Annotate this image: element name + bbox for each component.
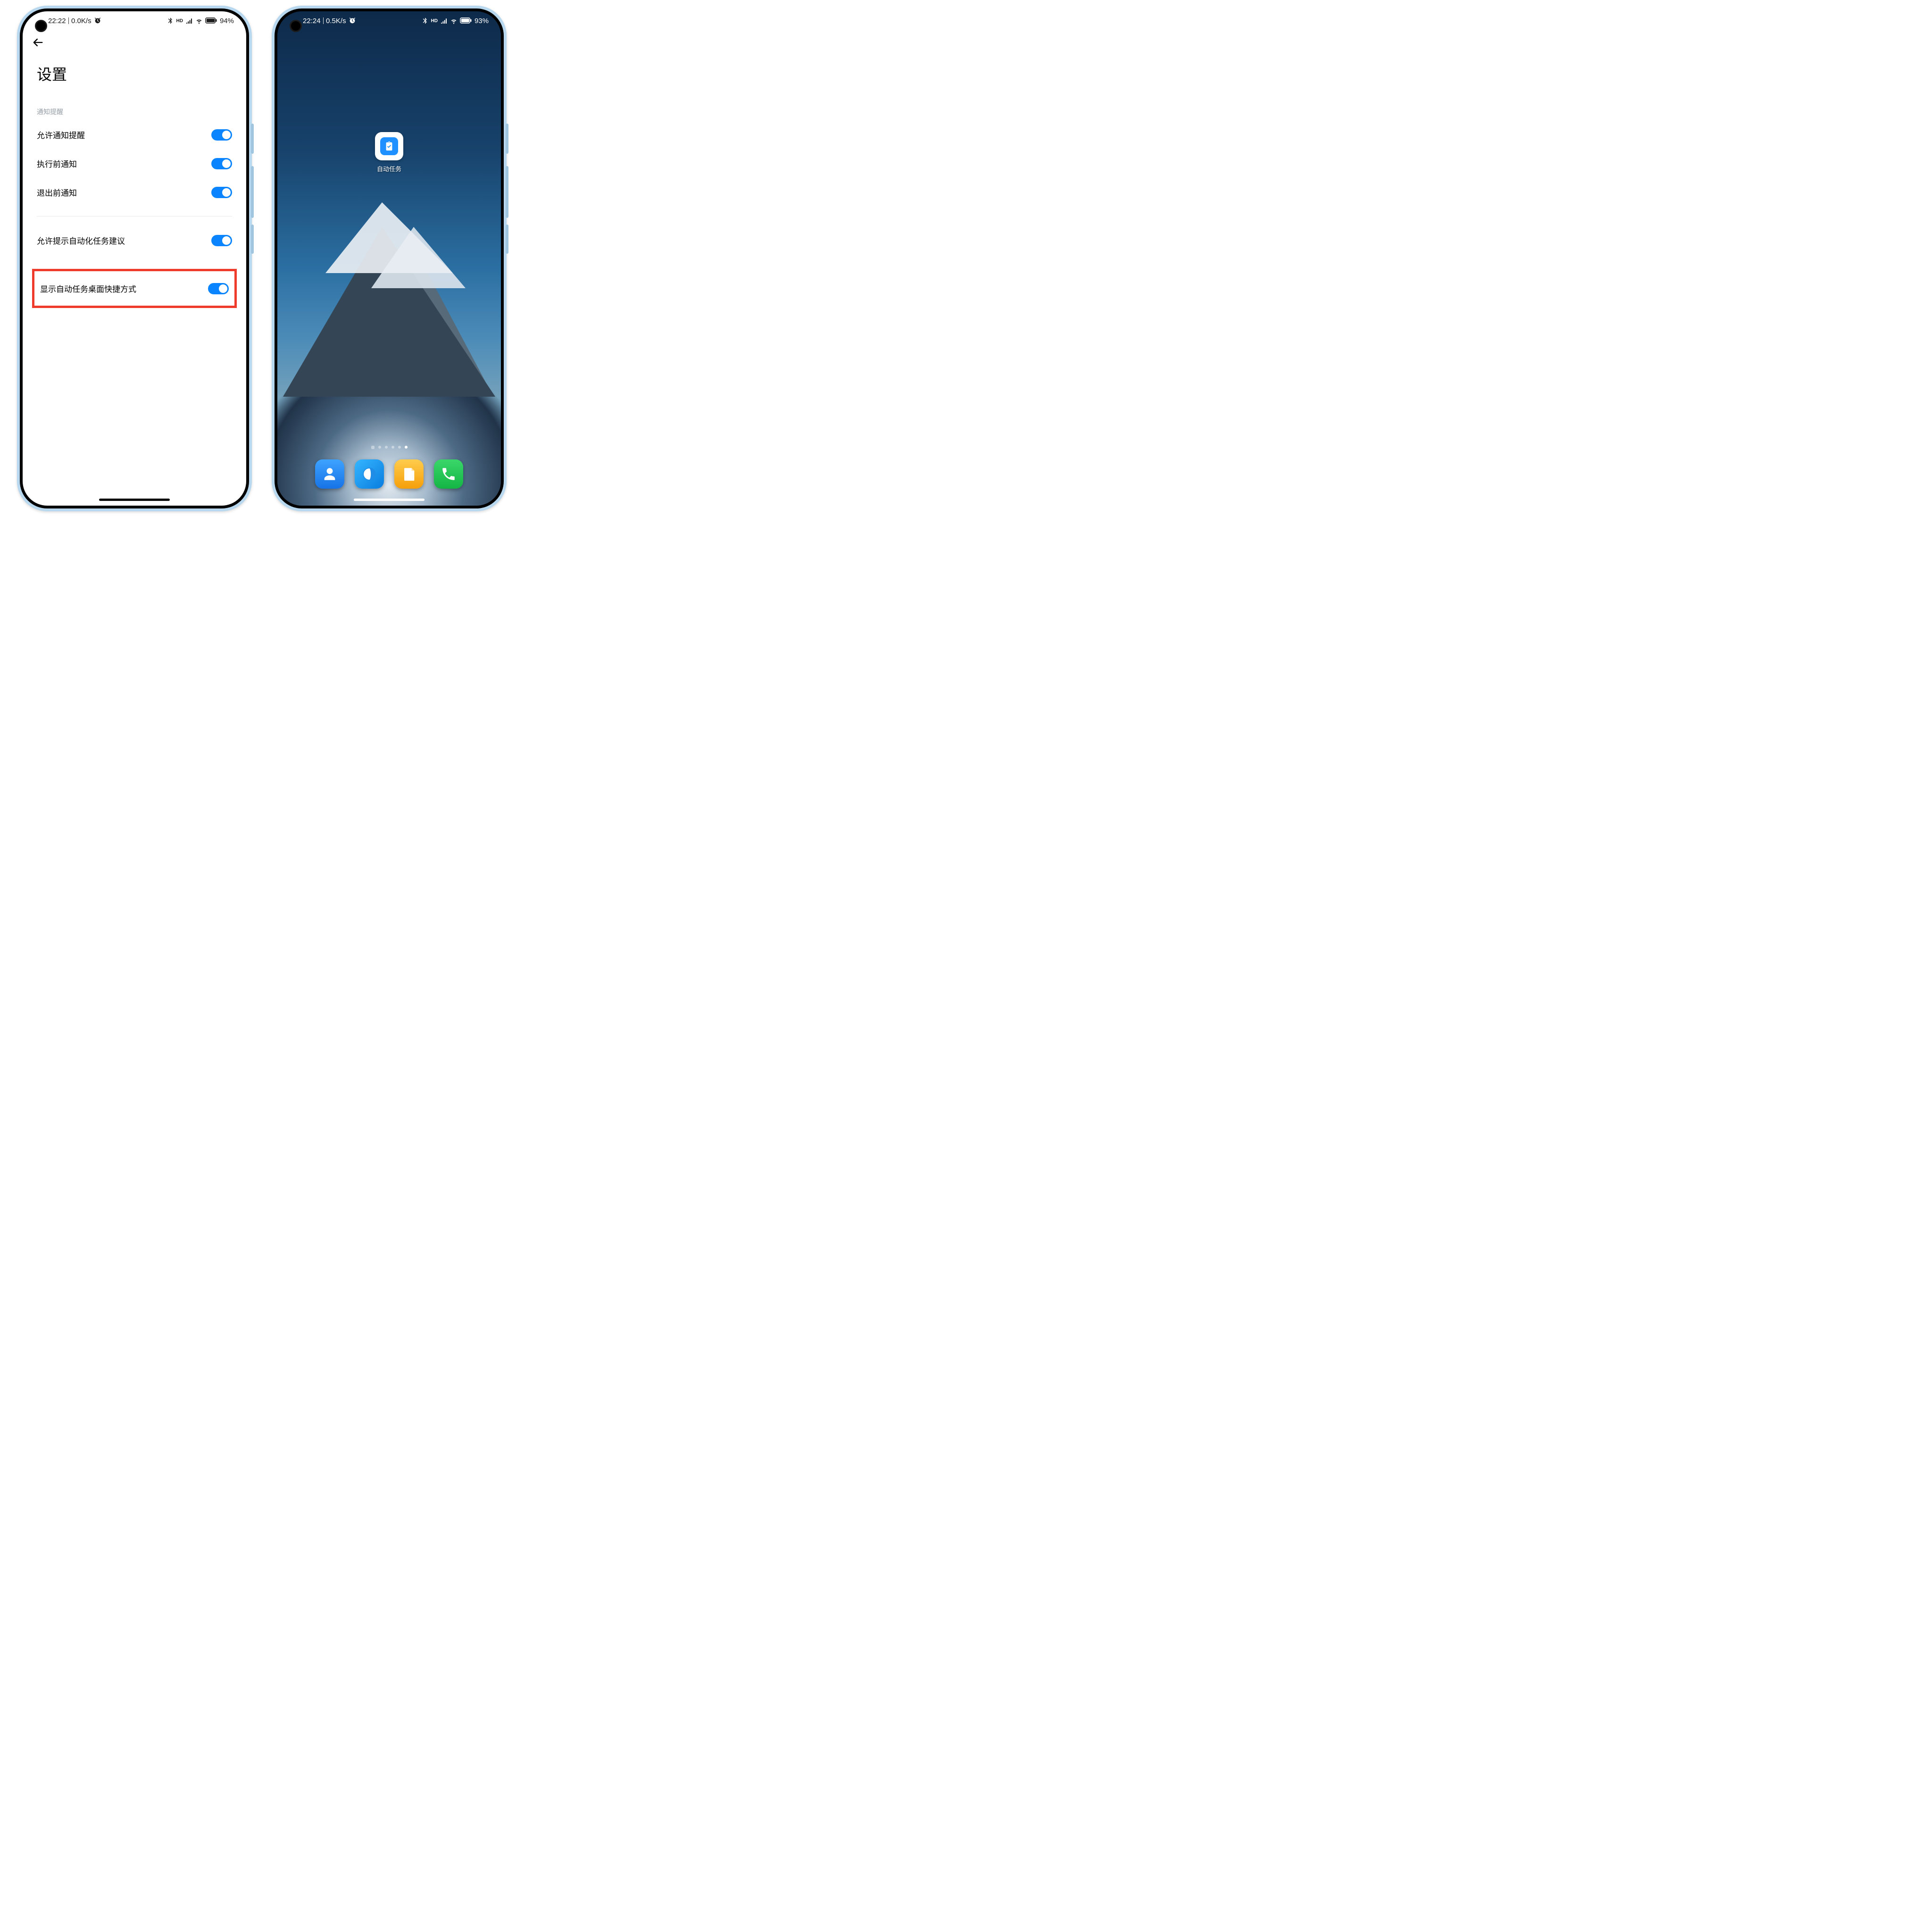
row-label: 显示自动任务桌面快捷方式 xyxy=(40,283,136,294)
status-time: 22:24 xyxy=(303,17,321,25)
section-header-notify: 通知提醒 xyxy=(23,84,246,120)
side-button xyxy=(506,166,508,218)
page-dot xyxy=(391,446,394,449)
battery-icon xyxy=(205,17,217,25)
battery-percent: 93% xyxy=(475,17,489,25)
status-net-speed: 0.0K/s xyxy=(71,17,92,25)
signal-icon xyxy=(185,17,193,25)
page-dot-current xyxy=(405,446,408,449)
page-dot xyxy=(378,446,381,449)
divider xyxy=(37,216,232,217)
dock-browser[interactable] xyxy=(355,459,384,489)
row-label: 退出前通知 xyxy=(37,186,77,198)
page-indicator[interactable] xyxy=(277,446,501,456)
gesture-bar[interactable] xyxy=(354,499,425,501)
wifi-icon xyxy=(450,17,458,25)
toggle-show-shortcut[interactable] xyxy=(208,283,229,294)
side-button xyxy=(251,166,254,218)
row-before-exit[interactable]: 退出前通知 xyxy=(23,178,246,207)
row-show-shortcut[interactable]: 显示自动任务桌面快捷方式 xyxy=(40,283,229,294)
dock-contacts[interactable] xyxy=(315,459,344,489)
row-allow-suggest[interactable]: 允许提示自动化任务建议 xyxy=(23,226,246,255)
hd-icon: HD xyxy=(176,18,183,24)
row-label: 允许提示自动化任务建议 xyxy=(37,234,125,246)
page-title: 设置 xyxy=(23,51,246,84)
battery-icon xyxy=(460,17,472,25)
status-net-speed: 0.5K/s xyxy=(326,17,346,25)
page-dot xyxy=(371,446,375,449)
page-dot xyxy=(398,446,401,449)
status-time: 22:22 xyxy=(48,17,66,25)
phone-frame-settings: 22:22 0.0K/s HD xyxy=(17,6,252,511)
bluetooth-icon xyxy=(421,17,429,25)
side-button xyxy=(506,225,508,254)
hd-icon: HD xyxy=(431,18,438,24)
alarm-icon xyxy=(349,17,356,25)
row-label: 执行前通知 xyxy=(37,158,77,169)
battery-percent: 94% xyxy=(220,17,234,25)
camera-punch-hole xyxy=(290,20,302,32)
gesture-bar[interactable] xyxy=(99,499,170,501)
toggle-allow-suggest[interactable] xyxy=(211,235,232,246)
phone-frame-homescreen: 22:24 0.5K/s HD xyxy=(272,6,507,511)
toggle-before-exec[interactable] xyxy=(211,158,232,169)
status-bar: 22:24 0.5K/s HD xyxy=(277,11,501,28)
side-button xyxy=(506,124,508,154)
row-allow-notify[interactable]: 允许通知提醒 xyxy=(23,120,246,149)
app-label: 自动任务 xyxy=(377,164,401,173)
page-dot xyxy=(385,446,388,449)
row-before-exec[interactable]: 执行前通知 xyxy=(23,149,246,178)
toggle-before-exit[interactable] xyxy=(211,187,232,198)
alarm-icon xyxy=(94,17,101,25)
back-button[interactable] xyxy=(31,36,44,51)
bluetooth-icon xyxy=(167,17,174,25)
signal-icon xyxy=(440,17,448,25)
toggle-allow-notify[interactable] xyxy=(211,129,232,141)
highlight-show-shortcut: 显示自动任务桌面快捷方式 xyxy=(32,269,237,308)
side-button xyxy=(251,124,254,154)
dock-notes[interactable] xyxy=(394,459,424,489)
row-label: 允许通知提醒 xyxy=(37,129,85,141)
dock-phone[interactable] xyxy=(434,459,463,489)
status-bar: 22:22 0.0K/s HD xyxy=(23,11,246,28)
app-shortcut-autotask[interactable]: 自动任务 xyxy=(375,132,403,173)
side-button xyxy=(251,225,254,254)
wifi-icon xyxy=(195,17,203,25)
camera-punch-hole xyxy=(35,20,47,32)
clipboard-check-icon xyxy=(375,132,403,160)
